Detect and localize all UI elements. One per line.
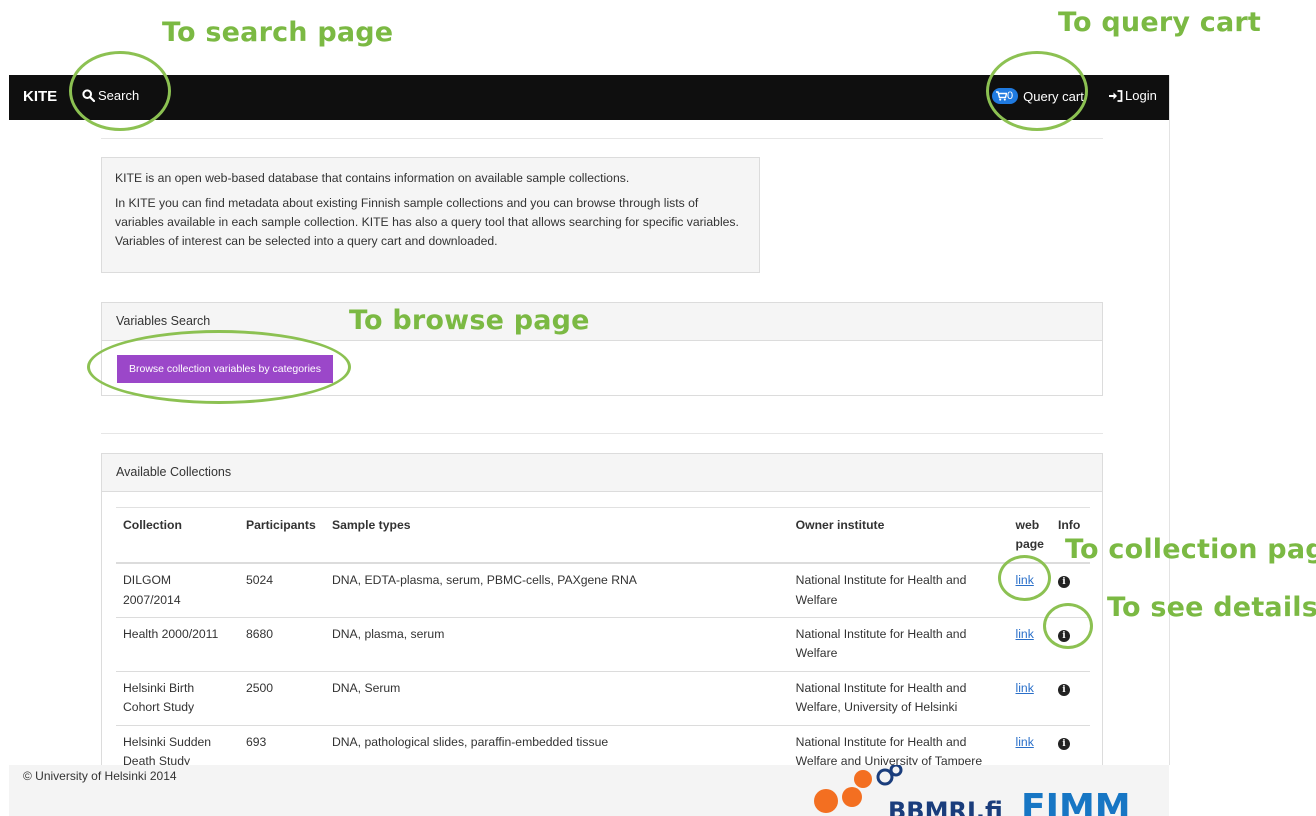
cart-badge: 0 [992, 88, 1019, 104]
intro-paragraph-2: In KITE you can find metadata about exis… [115, 196, 739, 248]
collection-web-link[interactable]: link [1016, 627, 1034, 641]
cell-collection: Health 2000/2011 [116, 616, 239, 671]
nav-search-link[interactable]: Search [82, 88, 139, 103]
info-icon[interactable]: i [1057, 629, 1070, 642]
available-collections-title: Available Collections [102, 454, 1102, 492]
annotation-search-page: To search page [162, 17, 394, 48]
variables-search-title: Variables Search [102, 303, 1102, 341]
fimm-logo: FIMM [1021, 787, 1131, 816]
info-icon[interactable]: i [1057, 683, 1070, 696]
brand-logo[interactable]: KITE [23, 88, 57, 105]
cell-owner: National Institute for Health and Welfar… [788, 670, 1009, 725]
cell-participants: 2500 [238, 670, 325, 725]
cell-collection: Helsinki Birth Cohort Study [116, 670, 239, 725]
bbmri-logo: BBMRI.fi [814, 765, 1003, 816]
table-row: Helsinki Birth Cohort Study 2500 DNA, Se… [116, 670, 1090, 725]
footer-copyright: © University of Helsinki 2014 [23, 769, 177, 783]
cell-owner: National Institute for Health and Welfar… [788, 562, 1009, 617]
cell-owner: National Institute for Health and Welfar… [788, 724, 1009, 765]
annotation-query-cart: To query cart [1058, 7, 1262, 38]
info-icon[interactable]: i [1057, 737, 1070, 750]
cell-sample-types: DNA, pathological slides, paraffin-embed… [324, 724, 789, 765]
annotation-see-details: To see details [1107, 592, 1316, 623]
browse-categories-button[interactable]: Browse collection variables by categorie… [117, 355, 333, 383]
cell-sample-types: DNA, Serum [324, 670, 789, 725]
table-row: Helsinki Sudden Death Study 693 DNA, pat… [116, 724, 1090, 765]
annotation-browse-page: To browse page [349, 305, 590, 336]
login-link[interactable]: Login [1109, 88, 1157, 103]
cart-icon [996, 91, 1007, 101]
cell-participants: 5024 [238, 562, 325, 617]
login-label: Login [1125, 88, 1157, 103]
header-owner-institute: Owner institute [788, 507, 1009, 564]
cart-count: 0 [1007, 90, 1014, 102]
available-collections-panel: Available Collections Collection Partici… [101, 453, 1103, 765]
fimm-logo-text: FIMM [1021, 787, 1131, 816]
search-icon [82, 89, 95, 102]
collection-web-link[interactable]: link [1016, 573, 1034, 587]
cell-sample-types: DNA, EDTA-plasma, serum, PBMC-cells, PAX… [324, 562, 789, 617]
collection-web-link[interactable]: link [1016, 681, 1034, 695]
login-icon [1109, 89, 1123, 102]
footer: © University of Helsinki 2014 BBMRI.fi F… [9, 765, 1169, 816]
cell-collection: Helsinki Sudden Death Study [116, 724, 239, 765]
header-collection: Collection [116, 507, 239, 564]
info-icon[interactable]: i [1057, 576, 1070, 588]
table-row: Health 2000/2011 8680 DNA, plasma, serum… [116, 616, 1090, 671]
header-participants: Participants [238, 507, 325, 564]
collections-table: Collection Participants Sample types Own… [116, 507, 1090, 765]
query-cart-label: Query cart [1023, 88, 1084, 104]
collection-web-link[interactable]: link [1016, 735, 1034, 749]
header-web-page: web page [1008, 507, 1051, 564]
intro-box: KITE is an open web-based database that … [101, 157, 760, 273]
divider [101, 138, 1103, 139]
annotation-collection-page: To collection page [1065, 534, 1316, 565]
nav-search-label: Search [98, 88, 140, 103]
cell-participants: 8680 [238, 616, 325, 671]
cell-sample-types: DNA, plasma, serum [324, 616, 789, 671]
app-window: KITE Search 0 Query cart Login KITE is a… [9, 75, 1170, 765]
intro-paragraph-1: KITE is an open web-based database that … [115, 171, 630, 185]
divider [101, 433, 1103, 434]
cell-owner: National Institute for Health and Welfar… [788, 616, 1009, 671]
query-cart-link[interactable]: 0 Query cart [992, 88, 1084, 104]
bbmri-logo-text: BBMRI.fi [888, 797, 1003, 816]
table-header-row: Collection Participants Sample types Own… [116, 507, 1090, 564]
header-sample-types: Sample types [324, 507, 789, 564]
variables-search-panel: Variables Search Browse collection varia… [101, 302, 1103, 396]
cell-participants: 693 [238, 724, 325, 765]
cell-collection: DILGOM 2007/2014 [116, 562, 239, 617]
navbar: KITE Search 0 Query cart Login [9, 75, 1169, 120]
table-row: DILGOM 2007/2014 5024 DNA, EDTA-plasma, … [116, 562, 1090, 617]
